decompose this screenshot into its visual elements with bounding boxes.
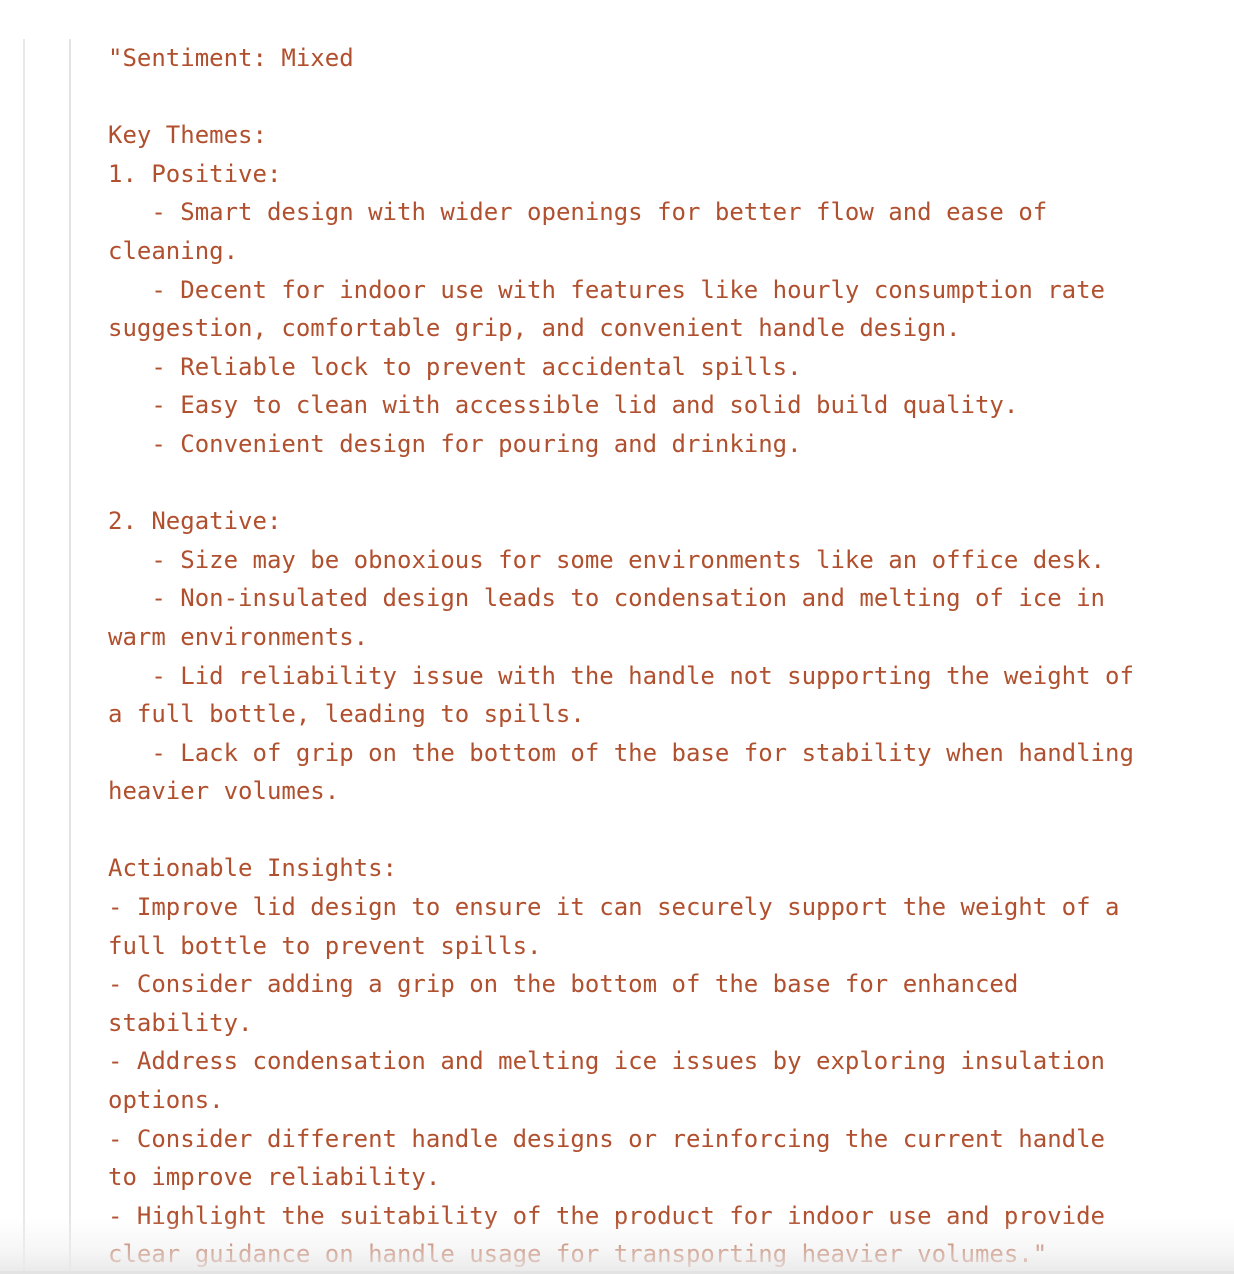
analysis-output-text: "Sentiment: Mixed Key Themes: 1. Positiv…	[108, 44, 1134, 1269]
cell-gutter-rule-outer	[23, 39, 25, 1274]
output-viewport: "Sentiment: Mixed Key Themes: 1. Positiv…	[0, 0, 1234, 1274]
output-area: "Sentiment: Mixed Key Themes: 1. Positiv…	[108, 39, 1142, 1274]
cell-gutter-rule-inner	[69, 39, 71, 1274]
